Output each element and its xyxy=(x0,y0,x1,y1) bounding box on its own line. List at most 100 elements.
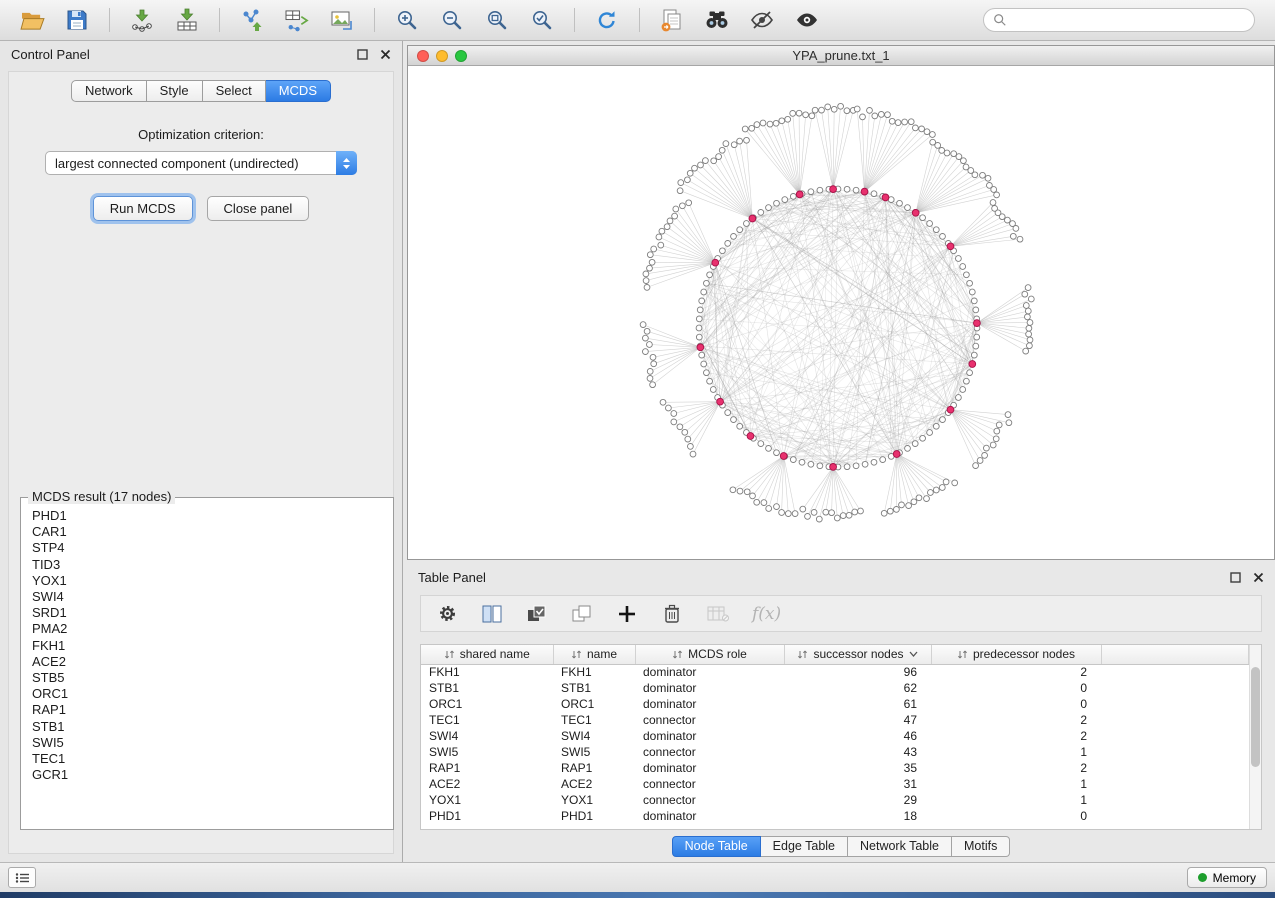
cell-predecessor-nodes[interactable]: 1 xyxy=(931,792,1101,808)
import-network-button[interactable] xyxy=(122,4,162,36)
cell-predecessor-nodes[interactable]: 0 xyxy=(931,808,1101,824)
cell-successor-nodes[interactable]: 61 xyxy=(784,696,931,712)
search-input[interactable] xyxy=(1013,13,1245,27)
table-row[interactable]: STB1STB1dominator620 xyxy=(421,680,1249,696)
cell-successor-nodes[interactable]: 96 xyxy=(784,664,931,680)
zoom-fit-button[interactable] xyxy=(477,4,517,36)
tab-select[interactable]: Select xyxy=(203,80,266,102)
cell-name[interactable]: ORC1 xyxy=(553,696,635,712)
mcds-result-item[interactable]: STB1 xyxy=(23,719,391,735)
cell-successor-nodes[interactable]: 35 xyxy=(784,760,931,776)
close-panel-icon[interactable] xyxy=(380,49,391,60)
cell-shared-name[interactable]: ORC1 xyxy=(421,696,553,712)
mcds-result-item[interactable]: ORC1 xyxy=(23,686,391,702)
column-header-predecessor-nodes[interactable]: predecessor nodes xyxy=(931,645,1101,664)
mcds-result-item[interactable]: SWI5 xyxy=(23,735,391,751)
close-panel-icon[interactable] xyxy=(1253,572,1264,583)
tab-network[interactable]: Network xyxy=(71,80,147,102)
table-row[interactable]: ORC1ORC1dominator610 xyxy=(421,696,1249,712)
cell-mcds-role[interactable]: connector xyxy=(635,792,784,808)
network-graph[interactable] xyxy=(408,66,1274,559)
mcds-result-item[interactable]: STB5 xyxy=(23,670,391,686)
cell-successor-nodes[interactable]: 31 xyxy=(784,776,931,792)
select-all-columns-button[interactable] xyxy=(525,598,549,630)
cell-name[interactable]: ACE2 xyxy=(553,776,635,792)
cell-predecessor-nodes[interactable]: 0 xyxy=(931,696,1101,712)
copy-document-button[interactable] xyxy=(652,4,692,36)
save-session-button[interactable] xyxy=(57,4,97,36)
delete-column-button[interactable] xyxy=(660,598,684,630)
dropdown-stepper[interactable] xyxy=(336,151,357,175)
cell-shared-name[interactable]: STB1 xyxy=(421,680,553,696)
cell-mcds-role[interactable]: dominator xyxy=(635,760,784,776)
cell-name[interactable]: SWI4 xyxy=(553,728,635,744)
column-header-shared-name[interactable]: shared name xyxy=(421,645,553,664)
cell-successor-nodes[interactable]: 43 xyxy=(784,744,931,760)
show-details-button[interactable] xyxy=(787,4,827,36)
cell-shared-name[interactable]: PHD1 xyxy=(421,808,553,824)
cell-predecessor-nodes[interactable]: 2 xyxy=(931,712,1101,728)
cell-shared-name[interactable]: SWI5 xyxy=(421,744,553,760)
cell-shared-name[interactable]: TEC1 xyxy=(421,712,553,728)
float-panel-icon[interactable] xyxy=(357,49,368,60)
table-row[interactable]: PHD1PHD1dominator180 xyxy=(421,808,1249,824)
add-column-button[interactable] xyxy=(615,598,639,630)
mcds-result-item[interactable]: CAR1 xyxy=(23,524,391,540)
cell-name[interactable]: PHD1 xyxy=(553,808,635,824)
mcds-result-item[interactable]: SRD1 xyxy=(23,605,391,621)
float-panel-icon[interactable] xyxy=(1230,572,1241,583)
cell-name[interactable]: YOX1 xyxy=(553,792,635,808)
tab-network-table[interactable]: Network Table xyxy=(848,836,952,857)
scrollbar-thumb[interactable] xyxy=(1251,667,1260,767)
mcds-result-item[interactable]: TEC1 xyxy=(23,751,391,767)
zoom-selected-button[interactable] xyxy=(522,4,562,36)
mcds-result-item[interactable]: FKH1 xyxy=(23,638,391,654)
table-row[interactable]: ACE2ACE2connector311 xyxy=(421,776,1249,792)
mcds-result-item[interactable]: TID3 xyxy=(23,557,391,573)
cell-successor-nodes[interactable]: 18 xyxy=(784,808,931,824)
cell-predecessor-nodes[interactable]: 2 xyxy=(931,728,1101,744)
column-header-mcds-role[interactable]: MCDS role xyxy=(635,645,784,664)
cell-successor-nodes[interactable]: 46 xyxy=(784,728,931,744)
tab-style[interactable]: Style xyxy=(147,80,203,102)
close-window-icon[interactable] xyxy=(417,50,429,62)
mcds-result-item[interactable]: PMA2 xyxy=(23,621,391,637)
mcds-result-item[interactable]: RAP1 xyxy=(23,702,391,718)
table-row[interactable]: SWI4SWI4dominator462 xyxy=(421,728,1249,744)
cell-predecessor-nodes[interactable]: 1 xyxy=(931,776,1101,792)
cell-successor-nodes[interactable]: 47 xyxy=(784,712,931,728)
zoom-in-button[interactable] xyxy=(387,4,427,36)
mcds-result-item[interactable]: PHD1 xyxy=(23,508,391,524)
tab-motifs[interactable]: Motifs xyxy=(952,836,1010,857)
mcds-result-item[interactable]: SWI4 xyxy=(23,589,391,605)
cell-predecessor-nodes[interactable]: 0 xyxy=(931,680,1101,696)
close-panel-button[interactable]: Close panel xyxy=(207,196,310,221)
zoom-out-button[interactable] xyxy=(432,4,472,36)
column-header-successor-nodes[interactable]: successor nodes xyxy=(784,645,931,664)
table-settings-button[interactable] xyxy=(435,598,459,630)
cell-shared-name[interactable]: ACE2 xyxy=(421,776,553,792)
minimize-window-icon[interactable] xyxy=(436,50,448,62)
cell-name[interactable]: SWI5 xyxy=(553,744,635,760)
cell-mcds-role[interactable]: dominator xyxy=(635,696,784,712)
cell-successor-nodes[interactable]: 62 xyxy=(784,680,931,696)
memory-button[interactable]: Memory xyxy=(1187,867,1267,888)
table-row[interactable]: RAP1RAP1dominator352 xyxy=(421,760,1249,776)
column-header-name[interactable]: name xyxy=(553,645,635,664)
panel-menu-button[interactable] xyxy=(8,867,36,888)
table-row[interactable]: FKH1FKH1dominator962 xyxy=(421,664,1249,680)
maximize-window-icon[interactable] xyxy=(455,50,467,62)
cell-name[interactable]: FKH1 xyxy=(553,664,635,680)
refresh-button[interactable] xyxy=(587,4,627,36)
cell-mcds-role[interactable]: dominator xyxy=(635,728,784,744)
cell-mcds-role[interactable]: connector xyxy=(635,712,784,728)
cell-shared-name[interactable]: SWI4 xyxy=(421,728,553,744)
table-row[interactable]: YOX1YOX1connector291 xyxy=(421,792,1249,808)
export-network-button[interactable] xyxy=(232,4,272,36)
mcds-result-list[interactable]: PHD1CAR1STP4TID3YOX1SWI4SRD1PMA2FKH1ACE2… xyxy=(23,508,391,827)
hide-details-button[interactable] xyxy=(742,4,782,36)
cell-successor-nodes[interactable]: 29 xyxy=(784,792,931,808)
criterion-dropdown[interactable]: largest connected component (undirected) xyxy=(45,151,357,175)
tab-mcds[interactable]: MCDS xyxy=(266,80,331,102)
cell-shared-name[interactable]: FKH1 xyxy=(421,664,553,680)
